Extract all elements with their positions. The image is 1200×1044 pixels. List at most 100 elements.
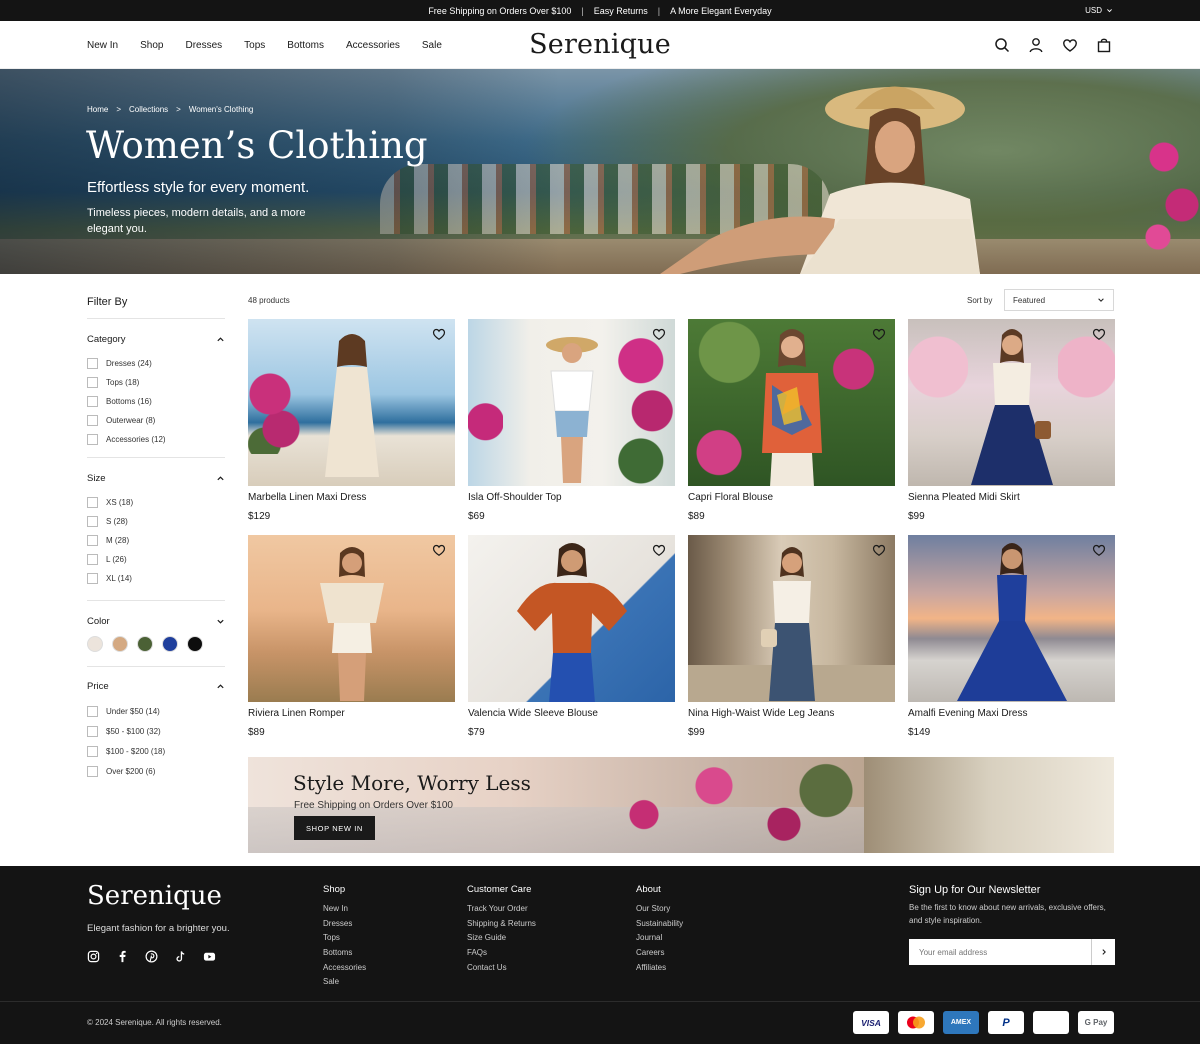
- checkbox[interactable]: [87, 358, 98, 369]
- breadcrumb-home[interactable]: Home: [87, 105, 108, 114]
- wishlist-icon[interactable]: [872, 543, 886, 557]
- product-image[interactable]: [908, 535, 1115, 702]
- color-swatch[interactable]: [112, 636, 128, 652]
- bag-icon[interactable]: [1096, 37, 1112, 53]
- product-image[interactable]: [688, 535, 895, 702]
- wishlist-icon[interactable]: [652, 543, 666, 557]
- product-name[interactable]: Valencia Wide Sleeve Blouse: [468, 708, 675, 719]
- wishlist-icon[interactable]: [872, 327, 886, 341]
- tiktok-icon[interactable]: [174, 950, 187, 963]
- filter-header-size[interactable]: Size: [87, 471, 225, 485]
- filter-option[interactable]: L (26): [87, 550, 225, 569]
- currency-selector[interactable]: USD: [1085, 0, 1113, 21]
- site-logo[interactable]: Serenique: [529, 29, 671, 60]
- newsletter-submit-button[interactable]: [1091, 939, 1115, 965]
- product-image[interactable]: [688, 319, 895, 486]
- checkbox[interactable]: [87, 396, 98, 407]
- checkbox[interactable]: [87, 434, 98, 445]
- account-icon[interactable]: [1028, 37, 1044, 53]
- footer-logo[interactable]: Serenique: [87, 881, 222, 911]
- footer-link[interactable]: FAQs: [467, 948, 536, 963]
- wishlist-icon[interactable]: [432, 543, 446, 557]
- footer-link[interactable]: Bottoms: [323, 948, 366, 963]
- checkbox[interactable]: [87, 415, 98, 426]
- pinterest-icon[interactable]: [145, 950, 158, 963]
- footer-link[interactable]: Track Your Order: [467, 904, 536, 919]
- filter-option[interactable]: Tops (18): [87, 373, 225, 392]
- product-name[interactable]: Capri Floral Blouse: [688, 492, 895, 503]
- product-card[interactable]: Valencia Wide Sleeve Blouse $79: [468, 535, 675, 738]
- nav-sale[interactable]: Sale: [422, 40, 442, 51]
- product-card[interactable]: Amalfi Evening Maxi Dress $149: [908, 535, 1115, 738]
- footer-link[interactable]: Dresses: [323, 919, 366, 934]
- filter-option[interactable]: $50 - $100 (32): [87, 721, 225, 741]
- footer-link[interactable]: Sustainability: [636, 919, 683, 934]
- nav-bottoms[interactable]: Bottoms: [287, 40, 324, 51]
- product-name[interactable]: Riviera Linen Romper: [248, 708, 455, 719]
- filter-header-color[interactable]: Color: [87, 614, 225, 628]
- footer-link[interactable]: Careers: [636, 948, 683, 963]
- filter-option[interactable]: XS (18): [87, 493, 225, 512]
- product-image[interactable]: [908, 319, 1115, 486]
- sort-dropdown[interactable]: Featured: [1004, 289, 1114, 311]
- product-image[interactable]: [248, 319, 455, 486]
- product-card[interactable]: Isla Off-Shoulder Top $69: [468, 319, 675, 522]
- wishlist-icon[interactable]: [1092, 543, 1106, 557]
- nav-tops[interactable]: Tops: [244, 40, 265, 51]
- footer-link[interactable]: New In: [323, 904, 366, 919]
- footer-link[interactable]: Sale: [323, 977, 366, 992]
- checkbox[interactable]: [87, 725, 98, 737]
- product-name[interactable]: Isla Off-Shoulder Top: [468, 492, 675, 503]
- filter-header-category[interactable]: Category: [87, 332, 225, 346]
- product-card[interactable]: Marbella Linen Maxi Dress $129: [248, 319, 455, 522]
- instagram-icon[interactable]: [87, 950, 100, 963]
- color-swatch[interactable]: [162, 636, 178, 652]
- filter-header-price[interactable]: Price: [87, 679, 225, 693]
- product-image[interactable]: [468, 535, 675, 702]
- checkbox[interactable]: [87, 554, 98, 565]
- checkbox[interactable]: [87, 516, 98, 527]
- product-card[interactable]: Sienna Pleated Midi Skirt $99: [908, 319, 1115, 522]
- filter-option[interactable]: Outerwear (8): [87, 411, 225, 430]
- nav-accessories[interactable]: Accessories: [346, 40, 400, 51]
- checkbox[interactable]: [87, 497, 98, 508]
- product-card[interactable]: Nina High-Waist Wide Leg Jeans $99: [688, 535, 895, 738]
- filter-option[interactable]: $100 - $200 (18): [87, 741, 225, 761]
- checkbox[interactable]: [87, 535, 98, 546]
- footer-link[interactable]: Journal: [636, 933, 683, 948]
- checkbox[interactable]: [87, 765, 98, 777]
- footer-link[interactable]: Tops: [323, 933, 366, 948]
- product-card[interactable]: Capri Floral Blouse $89: [688, 319, 895, 522]
- checkbox[interactable]: [87, 745, 98, 757]
- footer-link[interactable]: Contact Us: [467, 963, 536, 978]
- product-name[interactable]: Sienna Pleated Midi Skirt: [908, 492, 1115, 503]
- newsletter-email-input[interactable]: [909, 939, 1091, 965]
- filter-option[interactable]: M (28): [87, 531, 225, 550]
- nav-new-in[interactable]: New In: [87, 40, 118, 51]
- checkbox[interactable]: [87, 573, 98, 584]
- wishlist-icon[interactable]: [1062, 37, 1078, 53]
- filter-option[interactable]: Dresses (24): [87, 354, 225, 373]
- footer-link[interactable]: Accessories: [323, 963, 366, 978]
- filter-option[interactable]: S (28): [87, 512, 225, 531]
- filter-option[interactable]: Accessories (12): [87, 430, 225, 449]
- wishlist-icon[interactable]: [652, 327, 666, 341]
- checkbox[interactable]: [87, 377, 98, 388]
- youtube-icon[interactable]: [203, 950, 216, 963]
- checkbox[interactable]: [87, 705, 98, 717]
- filter-option[interactable]: XL (14): [87, 569, 225, 588]
- breadcrumb-collections[interactable]: Collections: [129, 105, 168, 114]
- color-swatch[interactable]: [137, 636, 153, 652]
- shop-new-in-button[interactable]: SHOP NEW IN: [294, 816, 375, 840]
- footer-link[interactable]: Size Guide: [467, 933, 536, 948]
- product-card[interactable]: Riviera Linen Romper $89: [248, 535, 455, 738]
- color-swatch[interactable]: [87, 636, 103, 652]
- nav-dresses[interactable]: Dresses: [185, 40, 222, 51]
- facebook-icon[interactable]: [116, 950, 129, 963]
- footer-link[interactable]: Shipping & Returns: [467, 919, 536, 934]
- nav-shop[interactable]: Shop: [140, 40, 163, 51]
- filter-option[interactable]: Under $50 (14): [87, 701, 225, 721]
- wishlist-icon[interactable]: [432, 327, 446, 341]
- product-image[interactable]: [248, 535, 455, 702]
- wishlist-icon[interactable]: [1092, 327, 1106, 341]
